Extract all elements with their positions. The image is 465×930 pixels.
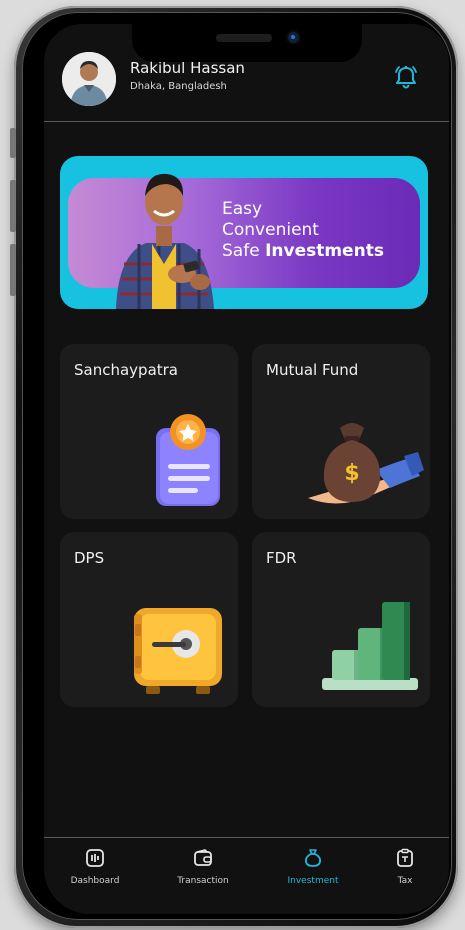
banner-person-illustration bbox=[116, 173, 214, 309]
speaker bbox=[216, 34, 272, 42]
banner-line-3: Safe Investments bbox=[222, 241, 384, 262]
banner-line-3-prefix: Safe bbox=[222, 241, 266, 261]
card-mutual-fund[interactable]: Mutual Fund $ bbox=[252, 344, 430, 519]
nav-item-tax[interactable]: Tax bbox=[360, 848, 449, 886]
notification-bell-icon[interactable] bbox=[393, 64, 419, 90]
wallet-icon bbox=[194, 849, 212, 866]
card-title: FDR bbox=[266, 549, 297, 567]
banner-line-1: Easy bbox=[222, 199, 263, 219]
nav-label: Investment bbox=[287, 876, 339, 886]
investment-bag-icon bbox=[304, 849, 322, 867]
bar-growth-icon bbox=[322, 602, 418, 690]
card-title: Sanchaypatra bbox=[74, 361, 178, 379]
banner-line-3-bold: Investments bbox=[265, 241, 384, 261]
money-bag-icon: $ bbox=[308, 423, 424, 504]
nav-item-investment[interactable]: Investment bbox=[268, 848, 358, 886]
nav-label: Dashboard bbox=[70, 876, 120, 886]
user-location: Dhaka, Bangladesh bbox=[130, 81, 227, 92]
side-button bbox=[10, 244, 16, 296]
app-screen: Rakibul Hassan Dhaka, Bangladesh Easy Co… bbox=[44, 24, 449, 914]
card-title: Mutual Fund bbox=[266, 361, 359, 379]
nav-item-transaction[interactable]: Transaction bbox=[158, 848, 248, 886]
svg-text:$: $ bbox=[344, 461, 359, 486]
front-camera bbox=[288, 32, 299, 43]
banner-text: Easy Convenient Safe Investments bbox=[222, 199, 384, 262]
nav-label: Transaction bbox=[177, 876, 229, 886]
certificate-icon bbox=[156, 414, 220, 506]
card-title: DPS bbox=[74, 549, 105, 567]
nav-label: Tax bbox=[397, 876, 413, 886]
avatar[interactable] bbox=[62, 52, 116, 106]
card-dps[interactable]: DPS bbox=[60, 532, 238, 707]
promo-banner[interactable]: Easy Convenient Safe Investments bbox=[60, 156, 428, 309]
tax-icon bbox=[397, 848, 413, 867]
bottom-nav: Dashboard Transaction Investment Tax bbox=[44, 838, 449, 914]
card-fdr[interactable]: FDR bbox=[252, 532, 430, 707]
side-button bbox=[10, 128, 16, 158]
banner-line-2: Convenient bbox=[222, 220, 319, 240]
side-button bbox=[10, 180, 16, 232]
nav-item-dashboard[interactable]: Dashboard bbox=[50, 848, 140, 886]
header-divider bbox=[44, 121, 449, 122]
safe-icon bbox=[134, 608, 222, 694]
dashboard-icon bbox=[86, 849, 104, 867]
notch bbox=[132, 24, 362, 62]
avatar-image bbox=[62, 52, 116, 106]
card-sanchaypatra[interactable]: Sanchaypatra bbox=[60, 344, 238, 519]
